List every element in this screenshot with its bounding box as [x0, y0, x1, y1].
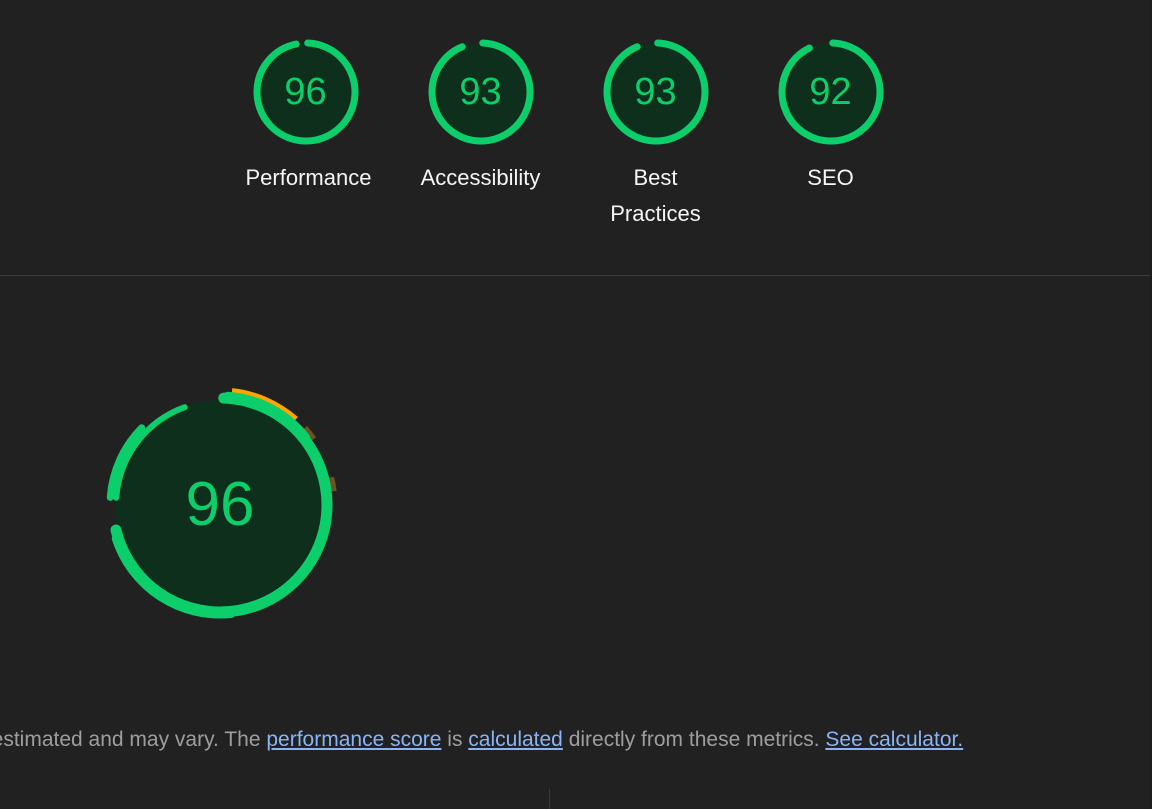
seo-gauge-ring: 92	[767, 28, 895, 156]
seo-gauge-label: SEO	[807, 165, 854, 190]
see-calculator-link[interactable]: See calculator.	[825, 728, 963, 751]
accessibility-gauge-ring: 93	[417, 28, 545, 156]
calculated-link[interactable]: calculated	[468, 728, 563, 751]
category-gauge-accessibility[interactable]: 93 Accessibility	[393, 28, 568, 196]
performance-score-link[interactable]: performance score	[266, 728, 441, 751]
category-gauge-best-practices[interactable]: 93 Best Practices	[568, 28, 743, 232]
disclaimer-lead: Values are estimated and may vary. The	[0, 728, 261, 751]
lighthouse-report-page: 96 Performance 93 Accessibility 93 Best …	[0, 0, 1152, 809]
seo-gauge-score: 92	[809, 71, 852, 113]
performance-gauge-label: Performance	[245, 165, 372, 190]
disclaimer-mid: is	[441, 728, 469, 751]
best-practices-gauge-ring: 93	[592, 28, 720, 156]
performance-detail-score: 96	[185, 470, 255, 539]
category-scores-strip: 96 Performance 93 Accessibility 93 Best …	[0, 0, 1152, 276]
disclaimer-mid2: directly from these metrics.	[562, 728, 826, 751]
category-gauge-performance[interactable]: 96 Performance	[218, 28, 393, 196]
performance-gauge-score: 96	[284, 71, 327, 113]
metrics-disclaimer: Values are estimated and may vary. The p…	[0, 722, 963, 758]
performance-gauge-ring: 96	[242, 28, 370, 156]
accessibility-gauge-score: 93	[459, 71, 502, 113]
category-gauges-row: 96 Performance 93 Accessibility 93 Best …	[218, 28, 918, 232]
category-gauge-seo[interactable]: 92 SEO	[743, 28, 918, 196]
best-practices-gauge-score: 93	[634, 71, 677, 113]
best-practices-gauge-label: Best Practices	[610, 165, 701, 226]
performance-detail-gauge: 96	[95, 380, 345, 630]
section-vertical-divider	[549, 789, 550, 809]
accessibility-gauge-label: Accessibility	[420, 165, 541, 190]
